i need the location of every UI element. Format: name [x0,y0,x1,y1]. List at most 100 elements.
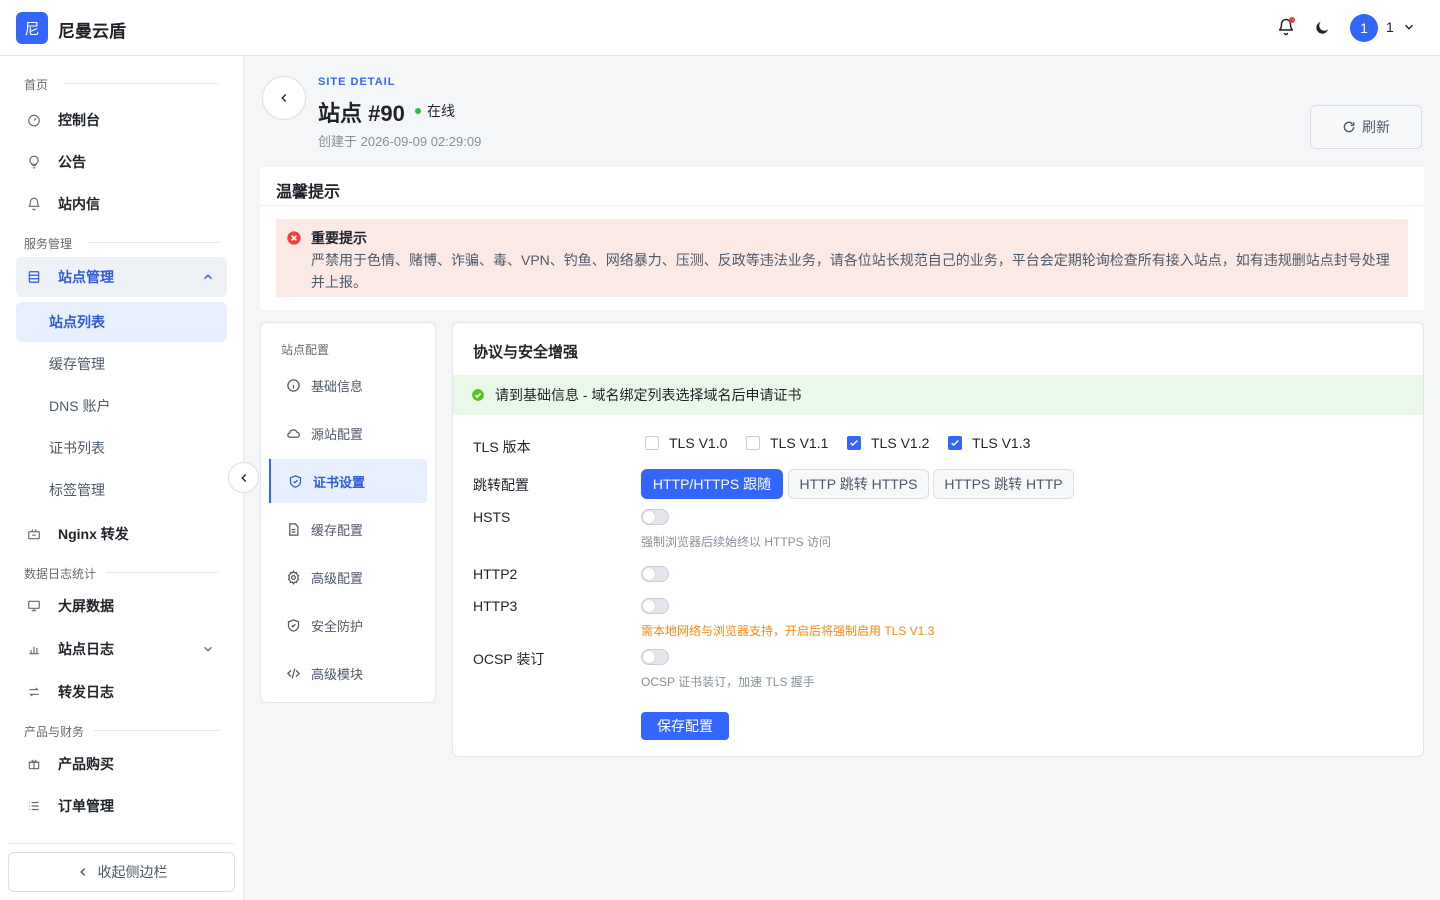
config-item-label: 证书设置 [313,474,366,490]
sidebar-item-product-purchase[interactable]: 产品购买 [16,744,227,784]
http3-toggle[interactable] [641,598,669,614]
sidebar-divider [8,843,235,844]
user-avatar[interactable]: 1 [1350,14,1378,42]
sidebar-item-big-screen[interactable]: 大屏数据 [16,586,227,626]
collapse-sidebar-button[interactable]: 收起侧边栏 [8,852,235,892]
sidebar-item-dashboard[interactable]: 控制台 [16,100,227,140]
hsts-label: HSTS [473,509,511,525]
refresh-label: 刷新 [1362,119,1390,135]
refresh-icon [1342,120,1356,134]
user-menu-chevron-down-icon[interactable] [1402,20,1416,37]
sidebar: 首页 控制台 公告 站内信 服务管理 站点管理 站点列表 缓存管理 DNS 账户… [0,56,244,900]
notice-divider [260,205,1424,206]
tls-v1-0-checkbox[interactable]: TLS V1.0 [645,435,727,451]
bar-chart-icon [26,641,42,657]
sidebar-item-cache-management[interactable]: 缓存管理 [16,344,227,384]
user-name[interactable]: 1 [1386,19,1394,35]
config-item-origin[interactable]: 源站配置 [269,411,427,455]
sidebar-item-messages[interactable]: 站内信 [16,184,227,224]
alert-title: 重要提示 [311,230,367,246]
config-item-basic-info[interactable]: 基础信息 [269,363,427,407]
important-alert: 重要提示 严禁用于色情、赌博、诈骗、毒、VPN、钓鱼、网络暴力、压测、反政等违法… [276,219,1408,297]
redirect-follow-button[interactable]: HTTP/HTTPS 跟随 [641,469,783,499]
collapse-sidebar-label: 收起侧边栏 [97,864,168,880]
group-label-stats: 数据日志统计 [24,567,97,581]
sidebar-item-label: Nginx 转发 [58,526,129,542]
config-item-advanced[interactable]: 高级配置 [269,555,427,599]
sidebar-item-label: 转发日志 [58,684,114,700]
sidebar-item-site-logs[interactable]: 站点日志 [16,629,227,669]
sidebar-item-label: 站内信 [58,196,100,212]
http3-label: HTTP3 [473,598,518,614]
sidebar-item-site-management[interactable]: 站点管理 [16,257,227,297]
checkmark-icon [951,439,959,447]
router-icon [26,526,42,542]
save-config-button[interactable]: 保存配置 [641,712,729,740]
checkbox-label: TLS V1.3 [972,435,1031,451]
config-item-label: 源站配置 [311,426,364,442]
sidebar-item-site-list[interactable]: 站点列表 [16,302,227,342]
toggle-knob [643,568,655,580]
sidebar-item-dns-account[interactable]: DNS 账户 [16,386,227,426]
sidebar-item-label: 站点管理 [58,269,114,285]
sidebar-item-forward-logs[interactable]: 转发日志 [16,672,227,712]
config-item-cache[interactable]: 缓存配置 [269,507,427,551]
shield-check-icon [285,617,301,633]
sidebar-item-label: 控制台 [58,112,100,128]
checkbox-label: TLS V1.0 [669,435,728,451]
app-title: 尼曼云盾 [58,22,126,41]
file-doc-icon [285,521,301,537]
dashboard-gauge-icon [26,112,42,128]
check-circle-icon [471,388,485,402]
ocsp-stapling-label: OCSP 装订 [473,651,545,667]
notification-bell-icon[interactable] [1276,17,1296,37]
group-label-home: 首页 [24,78,49,92]
checkbox-label: TLS V1.1 [770,435,829,451]
tls-v1-2-checkbox[interactable]: TLS V1.2 [847,435,929,451]
redirect-https-to-http-button[interactable]: HTTPS 跳转 HTTP [933,469,1074,499]
http2-toggle[interactable] [641,566,669,582]
redirect-http-to-https-button[interactable]: HTTP 跳转 HTTPS [788,469,929,499]
checkbox-box [746,436,760,450]
sidebar-item-tag-management[interactable]: 标签管理 [16,470,227,510]
dark-mode-moon-icon[interactable] [1312,17,1332,37]
error-circle-icon [286,230,302,249]
sidebar-item-label: 大屏数据 [58,598,114,614]
success-alert-text: 请到基础信息 - 域名绑定列表选择域名后申请证书 [495,387,802,403]
refresh-button[interactable]: 刷新 [1310,105,1422,149]
swap-arrows-icon [26,684,42,700]
notification-dot [1289,17,1295,23]
sidebar-item-announcement[interactable]: 公告 [16,142,227,182]
group-divider [88,242,219,243]
back-button[interactable] [262,76,306,120]
online-dot [415,108,421,114]
group-label-product: 产品与财务 [24,725,85,739]
group-divider [94,730,219,731]
ocsp-hint: OCSP 证书装订，加速 TLS 握手 [641,675,815,689]
ocsp-stapling-toggle[interactable] [641,649,669,665]
config-item-certificate[interactable]: 证书设置 [269,459,427,503]
toggle-knob [643,600,655,612]
hsts-toggle[interactable] [641,509,669,525]
created-time: 创建于 2026-09-09 02:29:09 [318,134,482,149]
sidebar-toggle-button[interactable] [228,462,259,493]
sidebar-item-label: 公告 [58,154,86,170]
sidebar-item-order-management[interactable]: 订单管理 [16,786,227,826]
tls-v1-3-checkbox[interactable]: TLS V1.3 [948,435,1030,451]
protocol-security-panel: 协议与安全增强 请到基础信息 - 域名绑定列表选择域名后申请证书 TLS 版本 … [452,322,1424,757]
sidebar-item-cert-list[interactable]: 证书列表 [16,428,227,468]
chevron-left-icon [76,865,90,879]
tls-v1-1-checkbox[interactable]: TLS V1.1 [746,435,828,451]
success-alert: 请到基础信息 - 域名绑定列表选择域名后申请证书 [453,375,1423,415]
config-item-security[interactable]: 安全防护 [269,603,427,647]
toggle-knob [643,651,655,663]
sidebar-item-nginx-forward[interactable]: Nginx 转发 [16,514,227,554]
config-item-modules[interactable]: 高级模块 [269,651,427,695]
checkbox-box [645,436,659,450]
site-config-menu: 站点配置 基础信息 源站配置 证书设置 缓存配置 高级配置 安全防护 高级模块 [260,322,436,703]
group-divider [106,572,219,573]
config-item-label: 缓存配置 [311,522,364,538]
status-text: 在线 [427,103,455,119]
checkbox-box [948,436,962,450]
app-logo: 尼 [16,12,48,44]
